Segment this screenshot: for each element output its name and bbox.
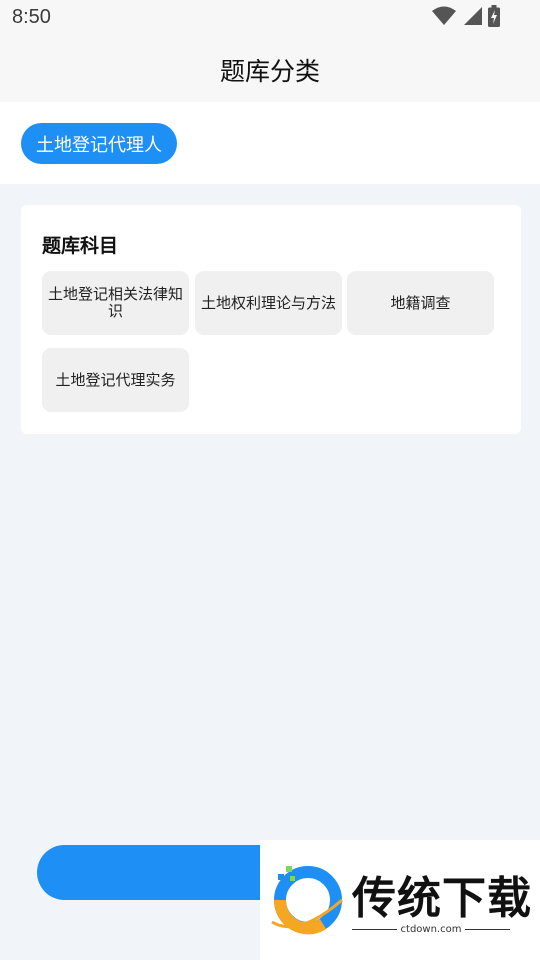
category-chip-selected[interactable]: 土地登记代理人 xyxy=(21,123,177,164)
watermark-text: 传统下载 xyxy=(352,873,532,924)
app-header: 题库分类 xyxy=(0,38,540,102)
page-title: 题库分类 xyxy=(219,57,320,86)
watermark-url: ctdown.com xyxy=(352,924,510,935)
status-icons xyxy=(432,5,500,31)
status-bar: 8:50 xyxy=(0,0,540,38)
subject-section-title: 题库科目 xyxy=(42,235,119,257)
subject-item[interactable]: 土地登记相关法律知识 xyxy=(42,271,189,335)
subject-item[interactable]: 地籍调查 xyxy=(347,271,494,335)
wifi-icon xyxy=(432,6,456,30)
watermark: 传统下载 ctdown.com xyxy=(260,840,540,960)
cellular-signal-icon xyxy=(462,6,482,30)
status-time: 8:50 xyxy=(12,6,51,28)
watermark-url-text: ctdown.com xyxy=(400,924,462,935)
subject-card: 题库科目 土地登记相关法律知识 土地权利理论与方法 地籍调查 土地登记代理实务 xyxy=(21,205,521,434)
watermark-logo-icon xyxy=(268,860,346,942)
battery-charging-icon xyxy=(488,5,500,31)
subject-item[interactable]: 土地登记代理实务 xyxy=(42,348,189,412)
subject-item[interactable]: 土地权利理论与方法 xyxy=(195,271,342,335)
category-bar: 土地登记代理人 xyxy=(0,102,540,184)
